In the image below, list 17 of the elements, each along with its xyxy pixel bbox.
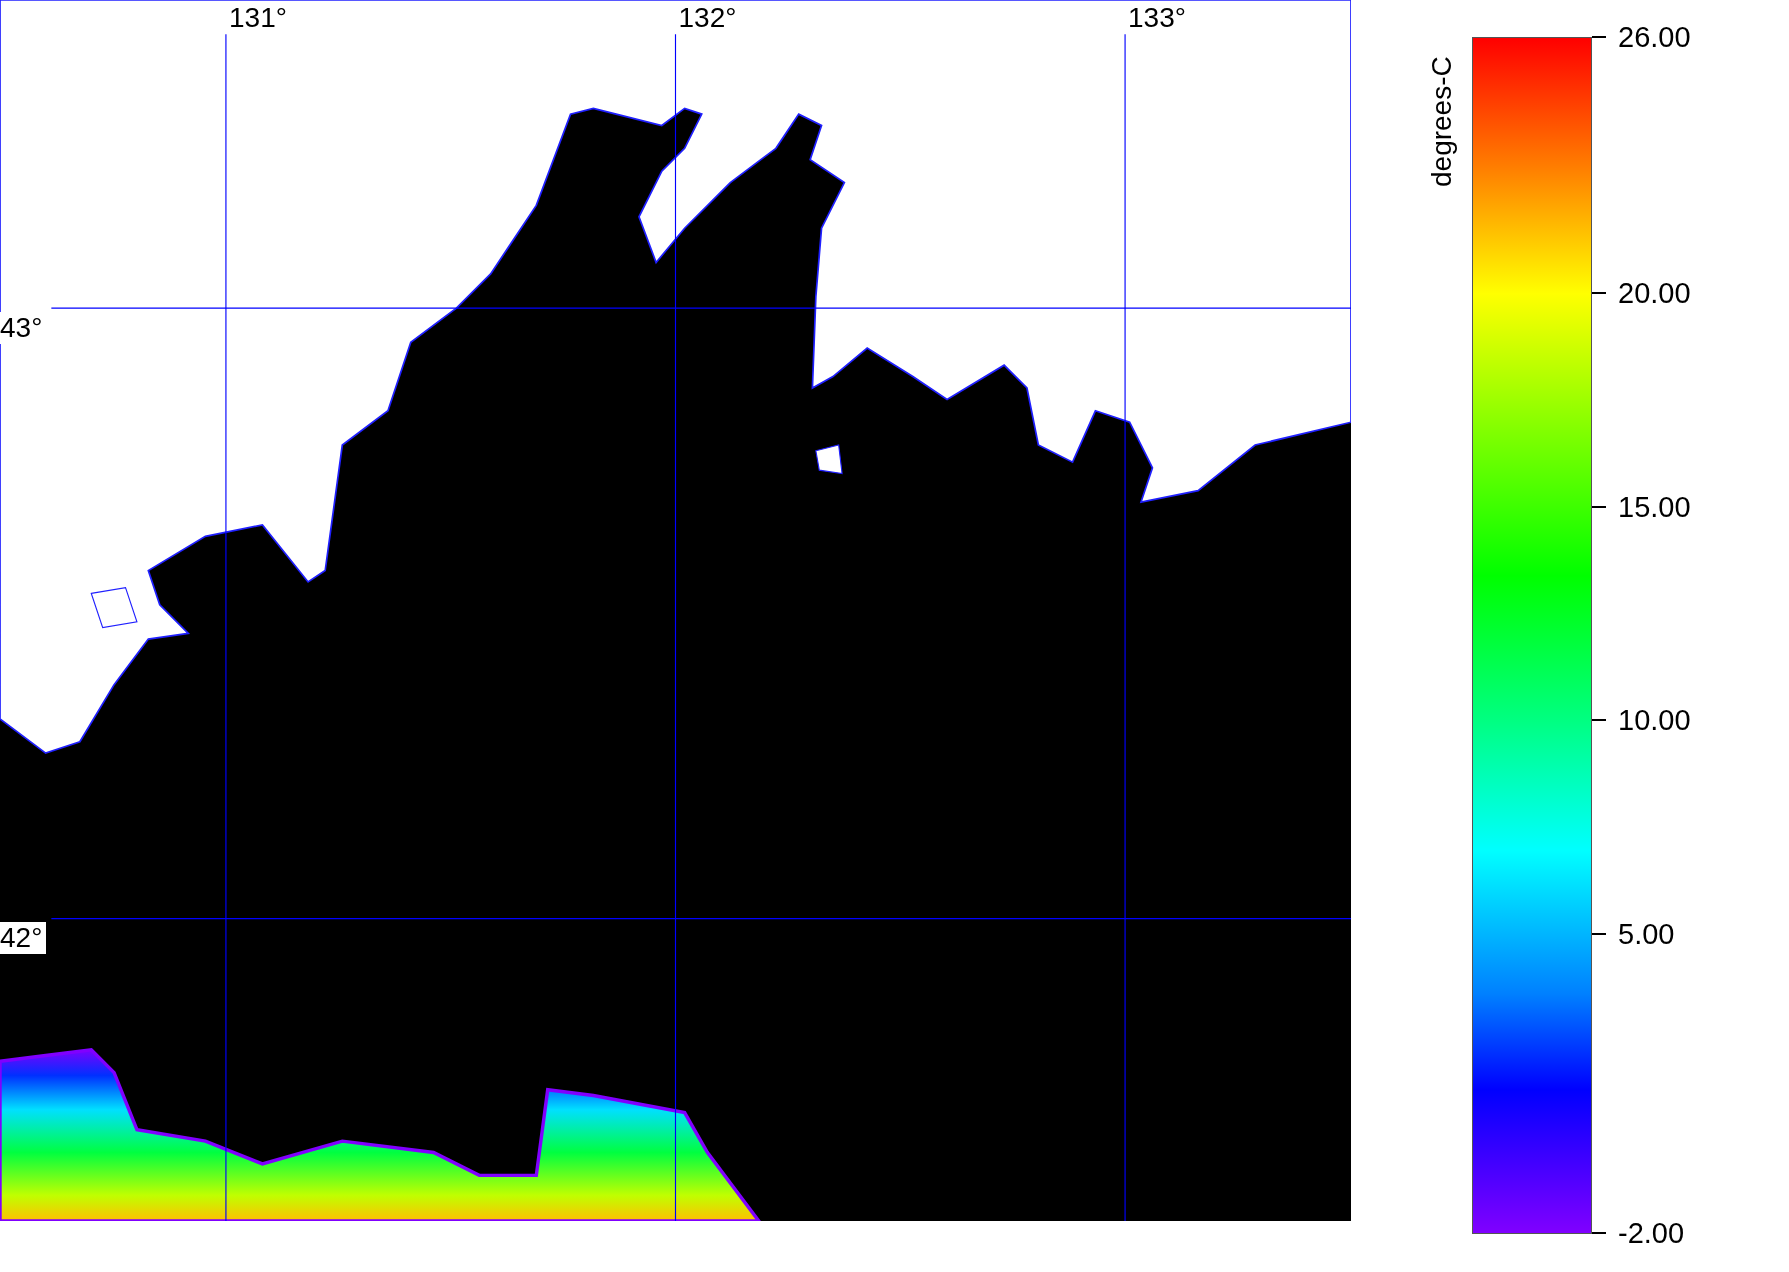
tick-mark xyxy=(1592,505,1606,508)
longitude-label: 132° xyxy=(678,2,737,34)
longitude-label: 131° xyxy=(229,2,287,34)
tick-label: 5.00 xyxy=(1618,917,1675,951)
tick-mark xyxy=(1592,719,1606,722)
tick-label: 20.00 xyxy=(1618,276,1691,310)
latitude-label: 42° xyxy=(0,922,47,954)
tick-label: -2.00 xyxy=(1618,1216,1685,1250)
tick-mark xyxy=(1592,1232,1606,1234)
tick-label: 15.00 xyxy=(1618,490,1691,524)
tick-label: 10.00 xyxy=(1618,703,1691,737)
longitude-label: 133° xyxy=(1128,2,1186,34)
tick-mark xyxy=(1592,36,1606,38)
tick-label: 26.00 xyxy=(1618,20,1691,54)
tick-mark xyxy=(1592,292,1606,295)
color-scale-label: degrees-C xyxy=(1426,56,1458,187)
tick-mark xyxy=(1592,933,1606,935)
